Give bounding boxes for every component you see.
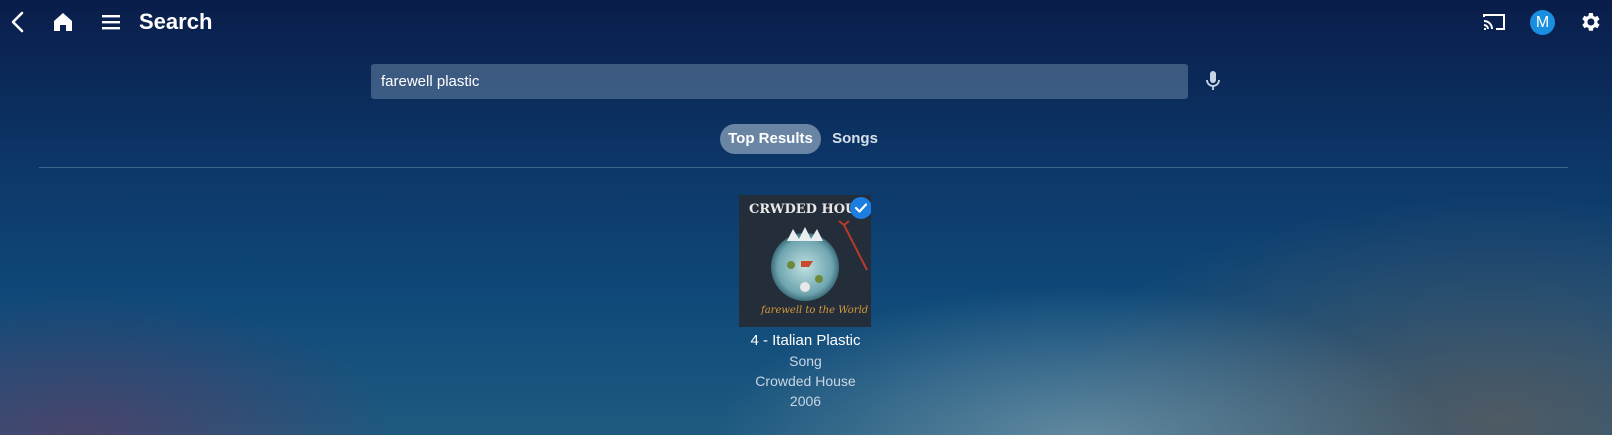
result-title: 4 - Italian Plastic [750, 332, 861, 349]
settings-button[interactable] [1574, 6, 1606, 38]
result-artist: Crowded House [755, 373, 856, 389]
back-button[interactable] [2, 6, 34, 38]
voice-search-button[interactable] [1198, 66, 1228, 96]
cast-icon [1483, 14, 1505, 30]
result-tabs: Top Results Songs [0, 124, 1612, 154]
checkmark-icon [854, 203, 868, 213]
selected-check-badge [850, 197, 871, 219]
chevron-left-icon [11, 11, 24, 33]
album-art-caption: farewell to the World [760, 305, 868, 316]
result-type: Song [789, 353, 822, 369]
tab-songs[interactable]: Songs [826, 124, 884, 154]
gear-icon [1582, 13, 1600, 31]
divider [39, 167, 1568, 168]
album-art: CRWDED HOUSE farewell to the World [739, 195, 871, 327]
top-bar: Search M [0, 0, 1612, 44]
home-icon [54, 13, 72, 31]
home-button[interactable] [47, 6, 79, 38]
menu-button[interactable] [95, 6, 127, 38]
avatar[interactable]: M [1530, 10, 1555, 35]
album-cover-image: CRWDED HOUSE farewell to the World [739, 195, 871, 327]
microphone-icon [1206, 71, 1220, 90]
cast-button[interactable] [1478, 6, 1510, 38]
hamburger-menu-icon [102, 15, 120, 30]
search-input[interactable] [371, 64, 1188, 99]
page-title: Search [139, 9, 213, 34]
tab-top-results[interactable]: Top Results [720, 124, 821, 154]
search-box [371, 64, 1188, 99]
result-year: 2006 [789, 393, 822, 409]
result-card[interactable]: CRWDED HOUSE farewell to the World 4 - I… [733, 195, 878, 410]
